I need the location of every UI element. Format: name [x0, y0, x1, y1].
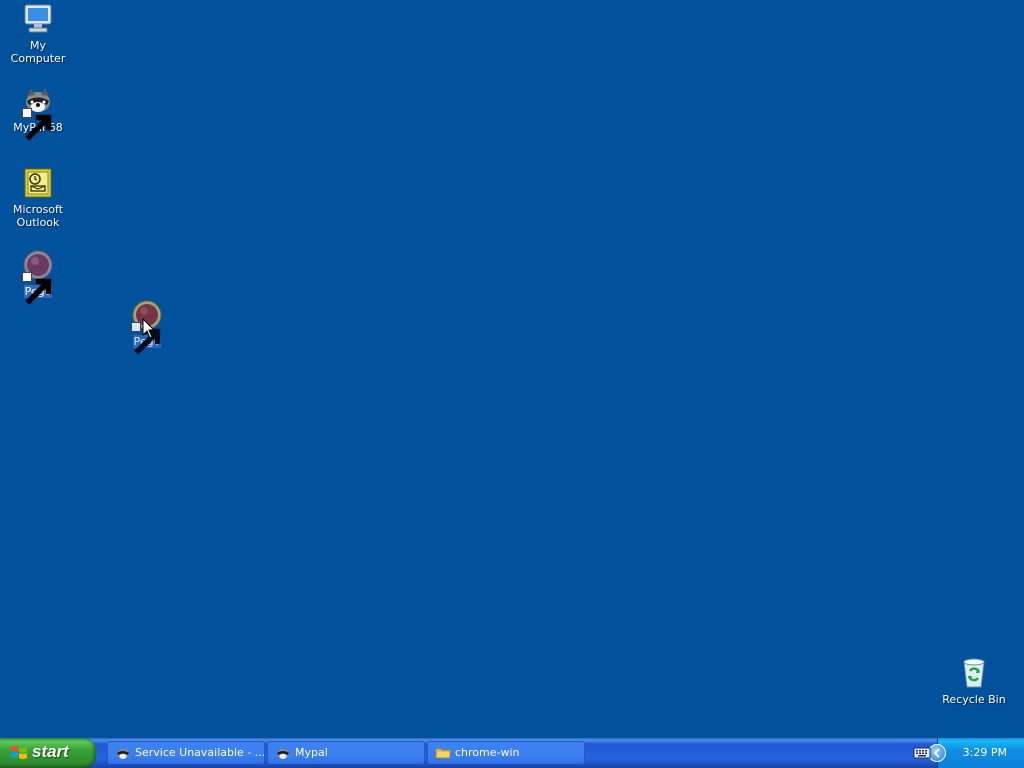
- taskbar-button-chrome-win[interactable]: chrome-win: [427, 741, 585, 765]
- taskbar: start Service Unavailable - ... Mypal ch…: [0, 738, 1024, 768]
- desktop-icon-label: Recycle Bin: [942, 693, 1006, 706]
- desktop-icon-recycle-bin[interactable]: Recycle Bin: [936, 656, 1012, 706]
- start-label: start: [32, 742, 69, 761]
- taskbar-button-service-unavailable[interactable]: Service Unavailable - ...: [107, 741, 265, 765]
- shortcut-arrow-icon: [131, 322, 161, 355]
- windows-logo-icon: [11, 746, 27, 759]
- mypal-icon: [277, 749, 289, 759]
- taskbar-button-label: chrome-win: [455, 746, 520, 759]
- outlook-icon: [21, 166, 55, 200]
- pego-icon: [21, 248, 55, 305]
- desktop-icon-pego[interactable]: Pego: [0, 248, 76, 305]
- mouse-cursor-icon: [142, 318, 156, 339]
- mypal-icon: [117, 749, 129, 759]
- mypal-icon: [21, 84, 55, 141]
- desktop-icon-mypal[interactable]: MyPal 68: [0, 84, 76, 141]
- desktop-icon-label: Microsoft Outlook: [12, 203, 64, 229]
- desktop-icon-label: My Computer: [10, 39, 66, 65]
- desktop-icon-my-computer[interactable]: My Computer: [0, 2, 76, 65]
- desktop[interactable]: My Computer MyPal 68 Microsoft Outlook P…: [0, 0, 1024, 738]
- desktop-icon-outlook[interactable]: Microsoft Outlook: [0, 166, 76, 229]
- shortcut-arrow-icon: [22, 272, 52, 305]
- shortcut-arrow-icon: [22, 108, 52, 141]
- folder-icon: [435, 748, 451, 759]
- clock[interactable]: 3:29 PM: [963, 738, 1007, 768]
- taskbar-button-label: Mypal: [295, 746, 328, 759]
- computer-icon: [21, 2, 55, 36]
- system-tray: 3:29 PM: [928, 738, 1024, 768]
- start-button[interactable]: start: [0, 738, 96, 768]
- keyboard-icon[interactable]: [913, 746, 931, 760]
- taskbar-button-mypal[interactable]: Mypal: [267, 741, 425, 765]
- taskbar-button-label: Service Unavailable - ...: [135, 746, 265, 759]
- recycle-bin-icon: [957, 656, 991, 690]
